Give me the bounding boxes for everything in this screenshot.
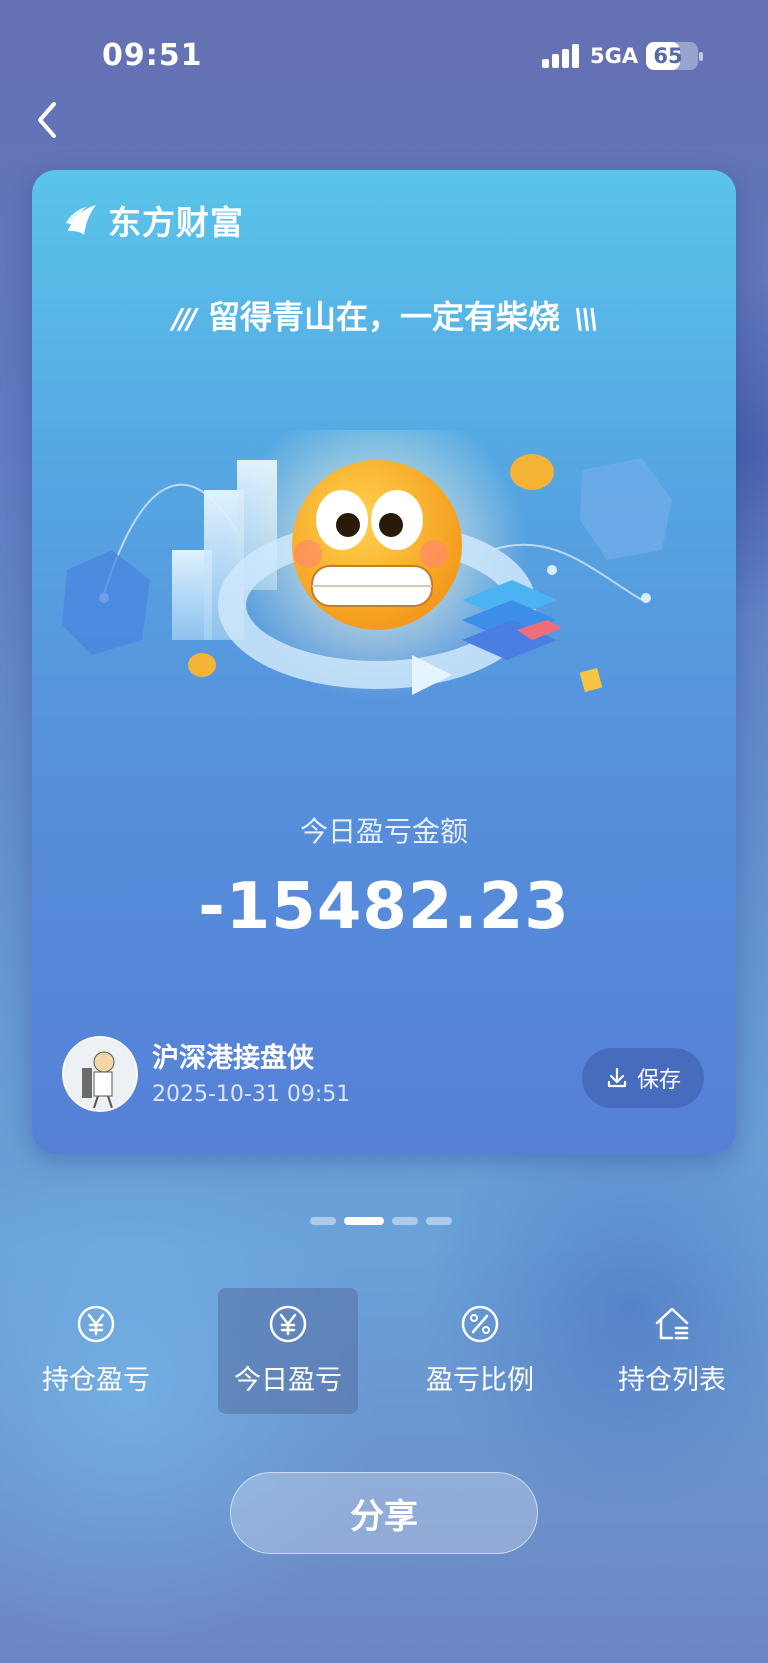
yen-circle-icon bbox=[269, 1305, 307, 1343]
save-label: 保存 bbox=[636, 1068, 681, 1093]
pnl-amount: -15482.23 bbox=[198, 870, 570, 944]
save-button[interactable]: 保存 bbox=[582, 1048, 704, 1108]
metric-label: 今日盈亏金额 bbox=[299, 815, 468, 848]
signal-icon bbox=[542, 44, 582, 68]
slogan-deco-left: /// bbox=[172, 302, 197, 335]
share-label: 分享 bbox=[350, 1496, 418, 1537]
timestamp: 2025-10-31 09:51 bbox=[152, 1082, 351, 1107]
tab-pnl-ratio[interactable]: 盈亏比例 bbox=[410, 1288, 550, 1414]
tab-holding-list[interactable]: 持仓列表 bbox=[602, 1288, 742, 1414]
tab-holding-pnl[interactable]: 持仓盈亏 bbox=[26, 1288, 166, 1414]
page-dot bbox=[426, 1217, 452, 1225]
download-icon bbox=[607, 1067, 627, 1088]
network-type: 5GA bbox=[590, 44, 639, 68]
grimace-emoji-illustration bbox=[62, 430, 672, 700]
slogan-deco-right: \\\ bbox=[574, 302, 599, 335]
share-card: 东方财富 /// 留得青山在，一定有柴烧 \\\ 今日盈亏金额 -15482.23… bbox=[32, 170, 736, 1154]
tab-label: 持仓列表 bbox=[618, 1365, 726, 1396]
eastmoney-logo-icon bbox=[66, 205, 96, 235]
tab-label: 持仓盈亏 bbox=[42, 1365, 150, 1396]
yen-circle-icon bbox=[77, 1305, 115, 1343]
brand-logo: 东方财富 bbox=[62, 198, 244, 242]
back-button[interactable] bbox=[26, 98, 70, 142]
page-dot bbox=[310, 1217, 336, 1225]
battery-percent: 65 bbox=[653, 44, 683, 68]
share-button[interactable]: 分享 bbox=[230, 1472, 538, 1554]
avatar bbox=[62, 1036, 138, 1112]
page-dot-active bbox=[344, 1217, 384, 1225]
slogan: /// 留得青山在，一定有柴烧 \\\ bbox=[32, 292, 736, 338]
house-list-icon bbox=[655, 1307, 689, 1340]
avatar-image bbox=[64, 1038, 136, 1110]
tab-today-pnl[interactable]: 今日盈亏 bbox=[218, 1288, 358, 1414]
tab-label: 盈亏比例 bbox=[426, 1365, 534, 1396]
percent-circle-icon bbox=[461, 1305, 499, 1343]
chevron-left-icon bbox=[38, 102, 56, 138]
tab-label: 今日盈亏 bbox=[234, 1365, 342, 1396]
user-name: 沪深港接盘侠 bbox=[152, 1043, 314, 1074]
brand-name: 东方财富 bbox=[108, 203, 244, 242]
page-dot bbox=[392, 1217, 418, 1225]
battery-icon: 65 bbox=[646, 42, 703, 70]
status-time: 09:51 bbox=[102, 38, 203, 73]
slogan-text: 留得青山在，一定有柴烧 bbox=[207, 298, 560, 336]
status-bar: 09:51 5GA 65 bbox=[0, 0, 768, 110]
